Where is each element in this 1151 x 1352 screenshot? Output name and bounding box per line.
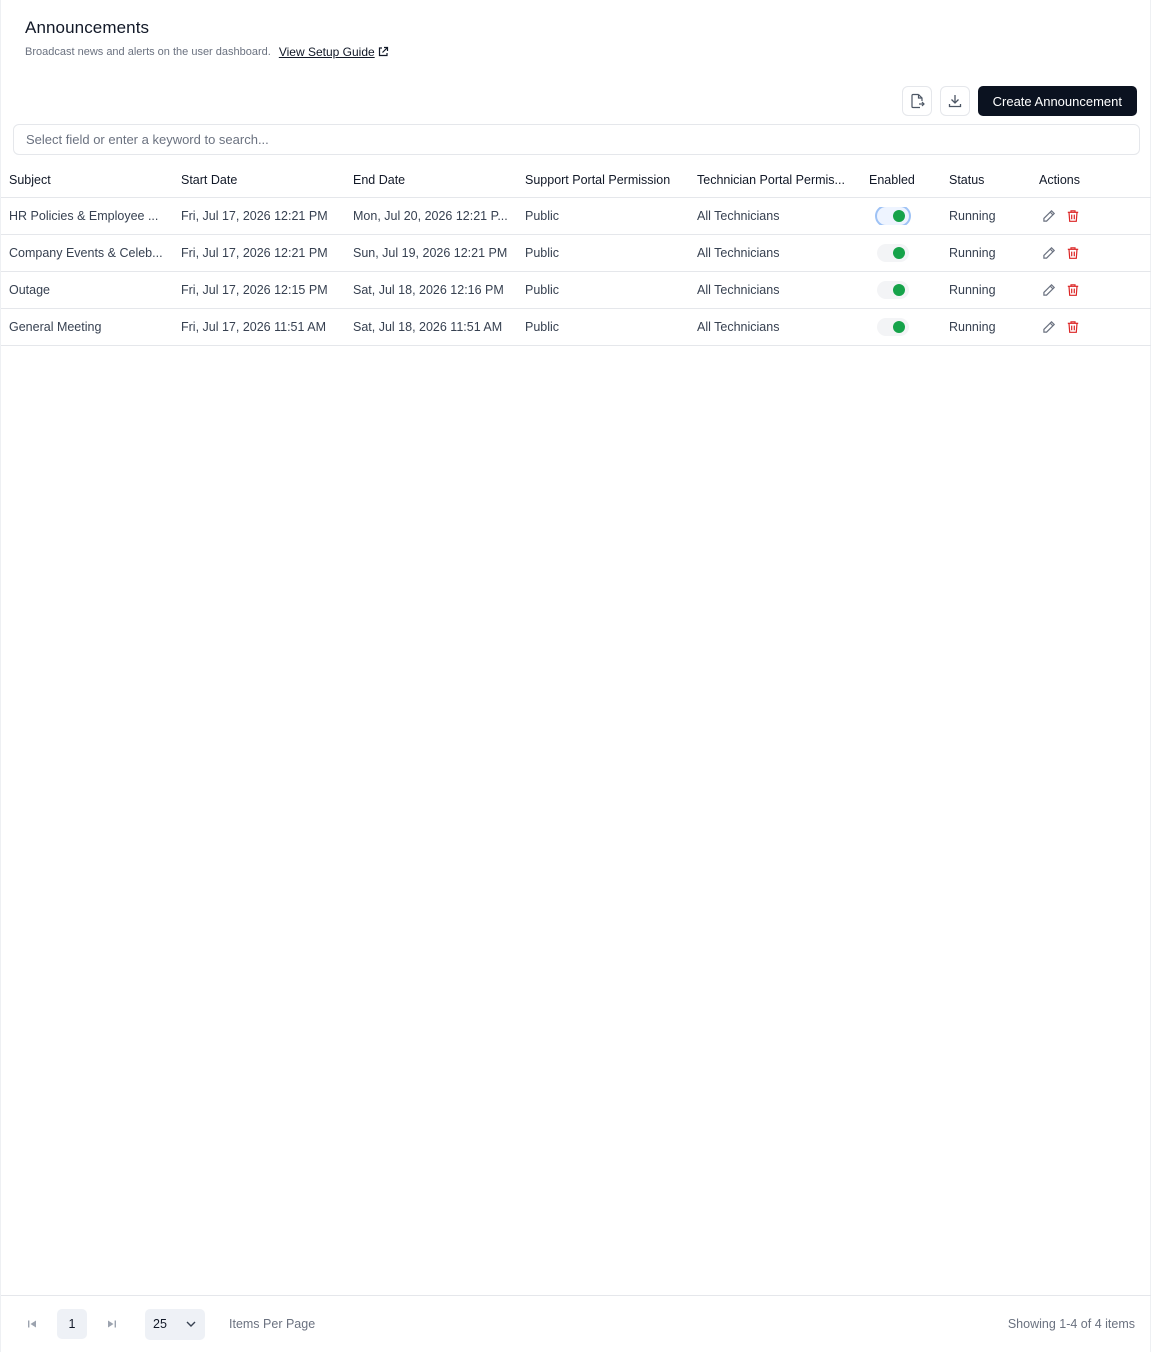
status-cell: Running — [949, 320, 996, 334]
trash-icon — [1067, 247, 1079, 259]
enabled-cell — [861, 281, 941, 299]
table-header-row: Subject Start Date End Date Support Port… — [1, 162, 1151, 198]
column-header-technician-permission[interactable]: Technician Portal Permis... — [689, 173, 861, 187]
delete-button[interactable] — [1063, 243, 1083, 263]
items-per-page-label: Items Per Page — [229, 1317, 316, 1331]
end-date-cell: Sun, Jul 19, 2026 12:21 PM — [353, 246, 508, 260]
export-button[interactable] — [901, 86, 932, 116]
delete-button[interactable] — [1063, 280, 1083, 300]
trash-icon — [1067, 284, 1079, 296]
table-row[interactable]: Outage Fri, Jul 17, 2026 12:15 PM Sat, J… — [1, 272, 1151, 309]
edit-button[interactable] — [1039, 280, 1059, 300]
enabled-toggle[interactable] — [877, 207, 909, 225]
support-permission-cell: Public — [525, 320, 560, 334]
guide-link-label: View Setup Guide — [278, 45, 375, 59]
last-page-button[interactable] — [97, 1309, 127, 1339]
column-header-actions: Actions — [1039, 172, 1080, 187]
toggle-knob — [893, 284, 905, 296]
actions-cell — [1031, 206, 1141, 226]
download-icon — [948, 95, 961, 108]
pencil-icon — [1043, 246, 1056, 259]
start-date-cell: Fri, Jul 17, 2026 12:15 PM — [181, 283, 328, 297]
technician-permission-cell: All Technicians — [697, 283, 780, 297]
chevron-down-icon — [186, 1321, 196, 1327]
column-header-start-date[interactable]: Start Date — [173, 173, 345, 187]
page-title: Announcements — [25, 18, 150, 37]
first-page-icon — [28, 1320, 36, 1328]
status-cell: Running — [949, 246, 996, 260]
subject-cell: Outage — [9, 283, 51, 297]
subject-cell: Company Events & Celeb... — [9, 246, 163, 260]
support-permission-cell: Public — [525, 246, 560, 260]
subtitle-row: Broadcast news and alerts on the user da… — [25, 45, 389, 59]
start-date-cell: Fri, Jul 17, 2026 12:21 PM — [181, 209, 328, 223]
support-permission-cell: Public — [525, 283, 560, 297]
trash-icon — [1067, 210, 1079, 222]
toggle-knob — [893, 247, 905, 259]
technician-permission-cell: All Technicians — [697, 246, 780, 260]
page-subtitle: Broadcast news and alerts on the user da… — [25, 46, 271, 58]
view-setup-guide-link[interactable]: View Setup Guide — [279, 45, 389, 59]
edit-button[interactable] — [1039, 317, 1059, 337]
trash-icon — [1067, 321, 1079, 333]
pencil-icon — [1043, 283, 1056, 296]
pencil-icon — [1043, 209, 1056, 222]
actions-cell — [1031, 317, 1141, 337]
edit-button[interactable] — [1039, 206, 1059, 226]
subject-cell: HR Policies & Employee ... — [9, 209, 159, 223]
enabled-cell — [861, 207, 941, 225]
enabled-toggle[interactable] — [877, 244, 909, 262]
toolbar: Create Announcement — [894, 86, 1137, 116]
enabled-toggle[interactable] — [877, 318, 909, 336]
first-page-button[interactable] — [17, 1309, 47, 1339]
delete-button[interactable] — [1063, 206, 1083, 226]
last-page-icon — [108, 1320, 116, 1328]
edit-button[interactable] — [1039, 243, 1059, 263]
start-date-cell: Fri, Jul 17, 2026 12:21 PM — [181, 246, 328, 260]
delete-button[interactable] — [1063, 317, 1083, 337]
toggle-knob — [893, 321, 905, 333]
column-header-enabled[interactable]: Enabled — [861, 173, 941, 187]
toggle-knob — [893, 210, 905, 222]
actions-cell — [1031, 243, 1141, 263]
end-date-cell: Mon, Jul 20, 2026 12:21 P... — [353, 209, 508, 223]
technician-permission-cell: All Technicians — [697, 209, 780, 223]
showing-count: Showing 1-4 of 4 items — [1007, 1317, 1135, 1331]
items-per-page-select[interactable]: 25 — [145, 1308, 205, 1340]
pencil-icon — [1043, 320, 1056, 333]
enabled-cell — [861, 244, 941, 262]
items-per-page-value: 25 — [153, 1317, 167, 1331]
column-header-subject[interactable]: Subject — [1, 173, 173, 187]
actions-cell — [1031, 280, 1141, 300]
enabled-toggle[interactable] — [877, 281, 909, 299]
enabled-cell — [861, 318, 941, 336]
column-header-end-date[interactable]: End Date — [345, 173, 517, 187]
page-number-current[interactable]: 1 — [57, 1309, 87, 1339]
table-row[interactable]: General Meeting Fri, Jul 17, 2026 11:51 … — [1, 309, 1151, 346]
search-box — [13, 124, 1140, 155]
table-row[interactable]: Company Events & Celeb... Fri, Jul 17, 2… — [1, 235, 1151, 272]
subject-cell: General Meeting — [9, 320, 102, 334]
start-date-cell: Fri, Jul 17, 2026 11:51 AM — [181, 320, 326, 334]
file-export-icon — [911, 93, 925, 109]
external-link-icon — [378, 46, 388, 57]
end-date-cell: Sat, Jul 18, 2026 12:16 PM — [353, 283, 504, 297]
search-input[interactable] — [14, 125, 1139, 154]
column-header-status[interactable]: Status — [941, 173, 1031, 187]
announcements-table: Subject Start Date End Date Support Port… — [1, 162, 1151, 346]
announcements-page: Announcements Broadcast news and alerts … — [0, 0, 1151, 1352]
table-row[interactable]: HR Policies & Employee ... Fri, Jul 17, … — [1, 198, 1151, 235]
support-permission-cell: Public — [525, 209, 560, 223]
page-header: Announcements Broadcast news and alerts … — [25, 18, 389, 59]
status-cell: Running — [949, 283, 996, 297]
create-announcement-button[interactable]: Create Announcement — [977, 86, 1137, 116]
technician-permission-cell: All Technicians — [697, 320, 780, 334]
download-button[interactable] — [939, 86, 970, 116]
pagination-footer: 1 25 Items Per Page Showing 1-4 of 4 ite… — [1, 1295, 1151, 1352]
status-cell: Running — [949, 209, 996, 223]
end-date-cell: Sat, Jul 18, 2026 11:51 AM — [353, 320, 503, 334]
column-header-support-permission[interactable]: Support Portal Permission — [517, 173, 689, 187]
